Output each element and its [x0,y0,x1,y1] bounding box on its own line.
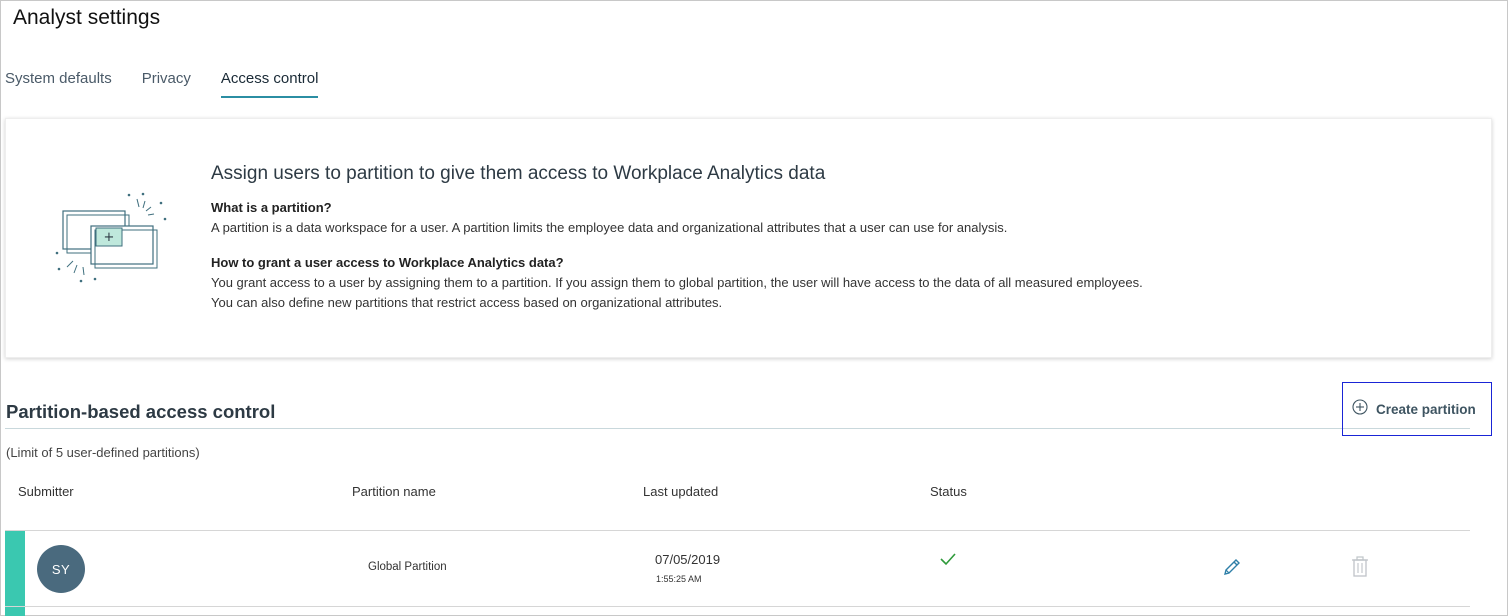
info-card: + Assign users to partition to give them… [5,118,1492,358]
question-what-is-partition: What is a partition? [211,200,332,215]
avatar: SY [37,545,85,593]
section-title: Partition-based access control [6,401,276,422]
column-header-status: Status [930,484,967,499]
tab-access-control[interactable]: Access control [220,69,318,99]
answer-how-to-grant-line2: You can also define new partitions that … [211,295,723,310]
row-selection-indicator [5,531,25,616]
add-circle-icon [1352,398,1368,420]
tab-system-defaults[interactable]: System defaults [5,69,112,99]
table-divider [5,606,1470,607]
column-header-last-updated: Last updated [643,484,719,499]
answer-how-to-grant-line1: You grant access to a user by assigning … [211,275,1143,290]
checkmark-icon [939,551,957,572]
table-divider [5,530,1470,531]
info-text: Assign users to partition to give them a… [211,163,1411,313]
partition-illustration-icon: + [51,189,181,289]
trash-icon[interactable] [1350,556,1370,583]
column-header-partition-name: Partition name [352,484,436,499]
tab-privacy[interactable]: Privacy [142,69,191,99]
last-updated-date: 07/05/2019 [655,552,721,567]
info-heading: Assign users to partition to give them a… [211,163,826,184]
section-divider [5,428,1470,429]
column-header-submitter: Submitter [18,484,74,499]
create-partition-button[interactable]: Create partition [1342,382,1492,436]
question-how-to-grant: How to grant a user access to Workplace … [211,255,564,270]
svg-text:+: + [104,230,115,245]
answer-what-is-partition: A partition is a data workspace for a us… [211,220,1008,235]
partition-limit-note: (Limit of 5 user-defined partitions) [6,445,200,460]
partition-name-cell: Global Partition [368,561,447,573]
create-partition-label: Create partition [1376,401,1476,417]
page-title: Analyst settings [13,6,161,29]
tab-bar: System defaults Privacy Access control [5,69,348,99]
pencil-icon[interactable] [1221,556,1243,583]
last-updated-time: 1:55:25 AM [656,574,702,584]
